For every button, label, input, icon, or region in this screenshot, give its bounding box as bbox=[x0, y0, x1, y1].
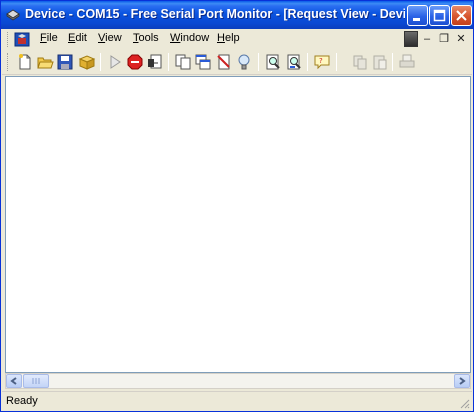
find-next-icon[interactable] bbox=[285, 53, 303, 71]
toolbar-separator bbox=[100, 53, 101, 71]
copy-icon[interactable] bbox=[174, 53, 192, 71]
tile-icon[interactable] bbox=[194, 53, 212, 71]
close-icon bbox=[456, 10, 467, 21]
toolbar-separator bbox=[336, 53, 337, 71]
window-title: Device - COM15 - Free Serial Port Monito… bbox=[25, 7, 405, 21]
scroll-left-button[interactable] bbox=[6, 374, 22, 388]
app-window: Device - COM15 - Free Serial Port Monito… bbox=[0, 0, 474, 412]
toolbar-grip[interactable] bbox=[7, 53, 10, 71]
toolbar-separator bbox=[307, 53, 308, 71]
disabled-print-icon bbox=[399, 54, 415, 68]
menu-tools[interactable]: Tools bbox=[131, 32, 161, 44]
menu-window[interactable]: Window bbox=[168, 32, 211, 44]
save-icon[interactable] bbox=[56, 53, 74, 71]
app-icon bbox=[6, 9, 20, 21]
title-bar[interactable]: Device - COM15 - Free Serial Port Monito… bbox=[1, 1, 473, 29]
disabled-paste-icon bbox=[373, 55, 387, 70]
export-icon[interactable] bbox=[146, 53, 164, 71]
mdi-close-button[interactable]: ✕ bbox=[454, 32, 468, 46]
svg-text:?: ? bbox=[319, 57, 323, 65]
horizontal-scrollbar[interactable] bbox=[5, 373, 471, 389]
disabled-copy-icon bbox=[353, 55, 367, 70]
play-icon[interactable] bbox=[106, 53, 124, 71]
menubar-grip[interactable] bbox=[7, 32, 10, 47]
minimize-button[interactable] bbox=[407, 5, 428, 26]
toolbar-separator bbox=[258, 53, 259, 71]
request-view-pane[interactable] bbox=[5, 76, 471, 373]
status-text: Ready bbox=[6, 395, 38, 407]
menu-file[interactable]: File bbox=[38, 32, 60, 44]
clear-icon[interactable] bbox=[215, 53, 233, 71]
menu-edit[interactable]: Edit bbox=[66, 32, 89, 44]
menu-help[interactable]: Help bbox=[215, 32, 242, 44]
toolbar-separator bbox=[168, 53, 169, 71]
document-system-menu-icon[interactable] bbox=[14, 32, 30, 47]
comment-icon[interactable]: ? bbox=[313, 53, 331, 71]
mdi-child-icon[interactable] bbox=[404, 31, 418, 47]
menu-bar: File Edit View Tools Window Help – ❐ ✕ bbox=[2, 29, 472, 49]
bulb-icon[interactable] bbox=[235, 53, 253, 71]
stop-icon[interactable] bbox=[126, 53, 144, 71]
maximize-icon bbox=[433, 9, 446, 22]
chevron-right-icon bbox=[459, 377, 466, 385]
close-button[interactable] bbox=[451, 5, 472, 26]
mdi-minimize-button[interactable]: – bbox=[420, 32, 434, 46]
package-icon[interactable] bbox=[78, 53, 96, 71]
maximize-button[interactable] bbox=[429, 5, 450, 26]
open-folder-icon[interactable] bbox=[36, 53, 54, 71]
new-doc-icon[interactable] bbox=[16, 53, 34, 71]
minimize-icon bbox=[413, 18, 420, 21]
status-bar: Ready bbox=[2, 391, 472, 411]
find-icon[interactable] bbox=[264, 53, 282, 71]
toolbar: ? bbox=[2, 49, 472, 75]
toolbar-separator bbox=[392, 53, 393, 71]
scroll-right-button[interactable] bbox=[454, 374, 470, 388]
mdi-restore-button[interactable]: ❐ bbox=[437, 32, 451, 46]
chevron-left-icon bbox=[10, 377, 17, 385]
scrollbar-thumb[interactable] bbox=[23, 374, 49, 388]
resize-grip-icon[interactable] bbox=[458, 397, 470, 409]
menu-view[interactable]: View bbox=[96, 32, 124, 44]
thumb-grip-icon bbox=[32, 378, 40, 384]
